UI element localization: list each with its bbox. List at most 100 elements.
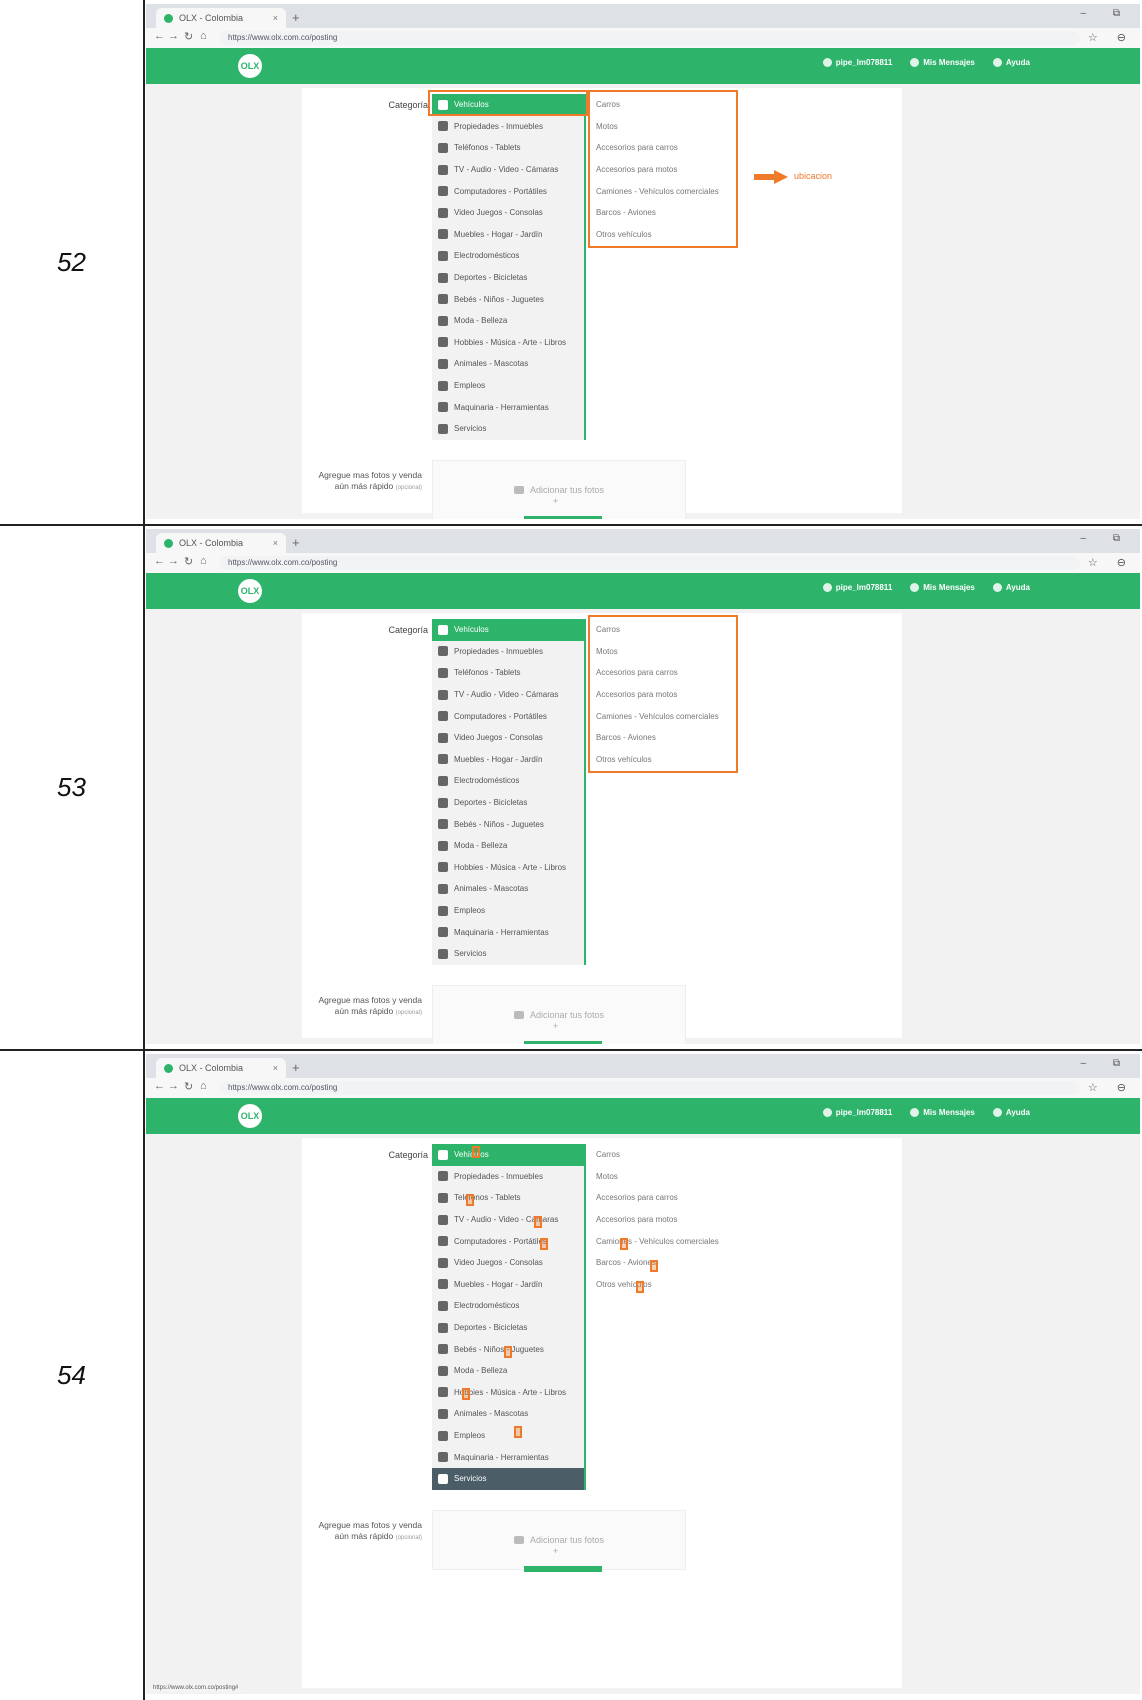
address-bar[interactable]: https://www.olx.com.co/posting <box>220 1081 1080 1095</box>
close-tab-icon[interactable]: × <box>273 1063 278 1073</box>
browser-menu-icons[interactable]: ☆ ⊖ <box>1088 556 1134 569</box>
category-item[interactable]: Electrodomésticos <box>432 1295 584 1317</box>
category-item[interactable]: Hobbies - Música - Arte - Libros <box>432 857 584 879</box>
category-item[interactable]: Vehículos <box>432 619 584 641</box>
close-tab-icon[interactable]: × <box>273 538 278 548</box>
window-controls[interactable]: – ⧉ <box>1081 533 1132 544</box>
olx-logo[interactable]: OLX <box>238 54 262 78</box>
category-item[interactable]: Servicios <box>432 418 584 440</box>
olx-logo[interactable]: OLX <box>238 579 262 603</box>
category-item[interactable]: Vehículos <box>432 1144 584 1166</box>
category-item[interactable]: Propiedades - Inmuebles <box>432 641 584 663</box>
help-link[interactable]: Ayuda <box>992 58 1030 67</box>
category-item[interactable]: Hobbies - Música - Arte - Libros <box>432 332 584 354</box>
category-item[interactable]: Moda - Belleza <box>432 310 584 332</box>
subcategory-item[interactable]: Accesorios para carros <box>592 1187 738 1209</box>
category-item[interactable]: Hobbies - Música - Arte - Libros <box>432 1382 584 1404</box>
new-tab-button[interactable]: + <box>292 1060 300 1075</box>
back-icon[interactable]: ← <box>154 555 165 567</box>
category-item[interactable]: TV - Audio - Video - Cámaras <box>432 684 584 706</box>
window-controls[interactable]: – ⧉ <box>1081 1058 1132 1069</box>
reload-icon[interactable]: ↻ <box>184 555 193 568</box>
new-tab-button[interactable]: + <box>292 535 300 550</box>
submit-button[interactable] <box>524 515 602 519</box>
category-item[interactable]: Animales - Mascotas <box>432 353 584 375</box>
category-item[interactable]: Maquinaria - Herramientas <box>432 1446 584 1468</box>
category-item[interactable]: Deportes - Bicicletas <box>432 267 584 289</box>
forward-icon[interactable]: → <box>168 30 179 42</box>
category-item[interactable]: Maquinaria - Herramientas <box>432 396 584 418</box>
upload-photos-button[interactable]: Adicionar tus fotos <box>432 459 686 519</box>
forward-icon[interactable]: → <box>168 555 179 567</box>
user-menu[interactable]: pipe_lm078811 <box>822 583 892 592</box>
messages-link[interactable]: Mis Mensajes <box>910 1108 975 1117</box>
home-icon[interactable]: ⌂ <box>200 555 207 567</box>
subcategory-item[interactable]: Barcos - Aviones <box>592 1252 738 1274</box>
category-item[interactable]: Muebles - Hogar - Jardín <box>432 1274 584 1296</box>
browser-menu-icons[interactable]: ☆ ⊖ <box>1088 31 1134 44</box>
olx-logo[interactable]: OLX <box>238 1104 262 1128</box>
category-item[interactable]: Empleos <box>432 900 584 922</box>
category-item[interactable]: Bebés - Niños - Juguetes <box>432 813 584 835</box>
category-item[interactable]: TV - Audio - Video - Cámaras <box>432 159 584 181</box>
messages-link[interactable]: Mis Mensajes <box>910 583 975 592</box>
category-item[interactable]: Teléfonos - Tablets <box>432 662 584 684</box>
home-icon[interactable]: ⌂ <box>200 1080 207 1092</box>
browser-tab[interactable]: OLX - Colombia × <box>156 533 286 553</box>
category-item[interactable]: Propiedades - Inmuebles <box>432 116 584 138</box>
category-item[interactable]: Maquinaria - Herramientas <box>432 921 584 943</box>
browser-tab[interactable]: OLX - Colombia × <box>156 8 286 28</box>
category-item[interactable]: Electrodomésticos <box>432 770 584 792</box>
category-item[interactable]: Animales - Mascotas <box>432 1403 584 1425</box>
forward-icon[interactable]: → <box>168 1080 179 1092</box>
category-item[interactable]: Moda - Belleza <box>432 835 584 857</box>
category-item[interactable]: TV - Audio - Video - Cámaras <box>432 1209 584 1231</box>
category-item[interactable]: Servicios <box>432 1467 584 1490</box>
address-bar[interactable]: https://www.olx.com.co/posting <box>220 31 1080 45</box>
new-tab-button[interactable]: + <box>292 10 300 25</box>
close-tab-icon[interactable]: × <box>273 13 278 23</box>
messages-link[interactable]: Mis Mensajes <box>910 58 975 67</box>
reload-icon[interactable]: ↻ <box>184 30 193 43</box>
subcategory-item[interactable]: Accesorios para motos <box>592 1209 738 1231</box>
category-item[interactable]: Deportes - Bicicletas <box>432 792 584 814</box>
browser-tab[interactable]: OLX - Colombia × <box>156 1058 286 1078</box>
help-link[interactable]: Ayuda <box>992 583 1030 592</box>
back-icon[interactable]: ← <box>154 1080 165 1092</box>
category-item[interactable]: Muebles - Hogar - Jardín <box>432 224 584 246</box>
help-link[interactable]: Ayuda <box>992 1108 1030 1117</box>
category-item[interactable]: Computadores - Portátiles <box>432 705 584 727</box>
category-item[interactable]: Computadores - Portátiles <box>432 180 584 202</box>
subcategory-item[interactable]: Camiones - Vehículos comerciales <box>592 1230 738 1252</box>
category-item[interactable]: Animales - Mascotas <box>432 878 584 900</box>
reload-icon[interactable]: ↻ <box>184 1080 193 1093</box>
window-controls[interactable]: – ⧉ <box>1081 8 1132 19</box>
category-item[interactable]: Bebés - Niños - Juguetes <box>432 288 584 310</box>
category-item[interactable]: Teléfonos - Tablets <box>432 1187 584 1209</box>
category-item[interactable]: Empleos <box>432 375 584 397</box>
browser-menu-icons[interactable]: ☆ ⊖ <box>1088 1081 1134 1094</box>
address-bar[interactable]: https://www.olx.com.co/posting <box>220 556 1080 570</box>
category-item[interactable]: Teléfonos - Tablets <box>432 137 584 159</box>
home-icon[interactable]: ⌂ <box>200 30 207 42</box>
subcategory-item[interactable]: Motos <box>592 1166 738 1188</box>
category-item[interactable]: Electrodomésticos <box>432 245 584 267</box>
category-item[interactable]: Moda - Belleza <box>432 1360 584 1382</box>
category-item[interactable]: Empleos <box>432 1425 584 1447</box>
user-menu[interactable]: pipe_lm078811 <box>822 58 892 67</box>
category-item[interactable]: Muebles - Hogar - Jardín <box>432 749 584 771</box>
category-item[interactable]: Propiedades - Inmuebles <box>432 1166 584 1188</box>
category-item[interactable]: Video Juegos - Consolas <box>432 1252 584 1274</box>
subcategory-item[interactable]: Otros vehículos <box>592 1274 738 1296</box>
user-menu[interactable]: pipe_lm078811 <box>822 1108 892 1117</box>
category-item[interactable]: Video Juegos - Consolas <box>432 202 584 224</box>
category-item[interactable]: Video Juegos - Consolas <box>432 727 584 749</box>
category-item[interactable]: Deportes - Bicicletas <box>432 1317 584 1339</box>
subcategory-item[interactable]: Carros <box>592 1144 738 1166</box>
back-icon[interactable]: ← <box>154 30 165 42</box>
category-item[interactable]: Computadores - Portátiles <box>432 1230 584 1252</box>
category-item[interactable]: Servicios <box>432 943 584 965</box>
submit-button[interactable] <box>524 1040 602 1044</box>
upload-photos-button[interactable]: Adicionar tus fotos <box>432 984 686 1044</box>
submit-button[interactable] <box>524 1565 602 1572</box>
